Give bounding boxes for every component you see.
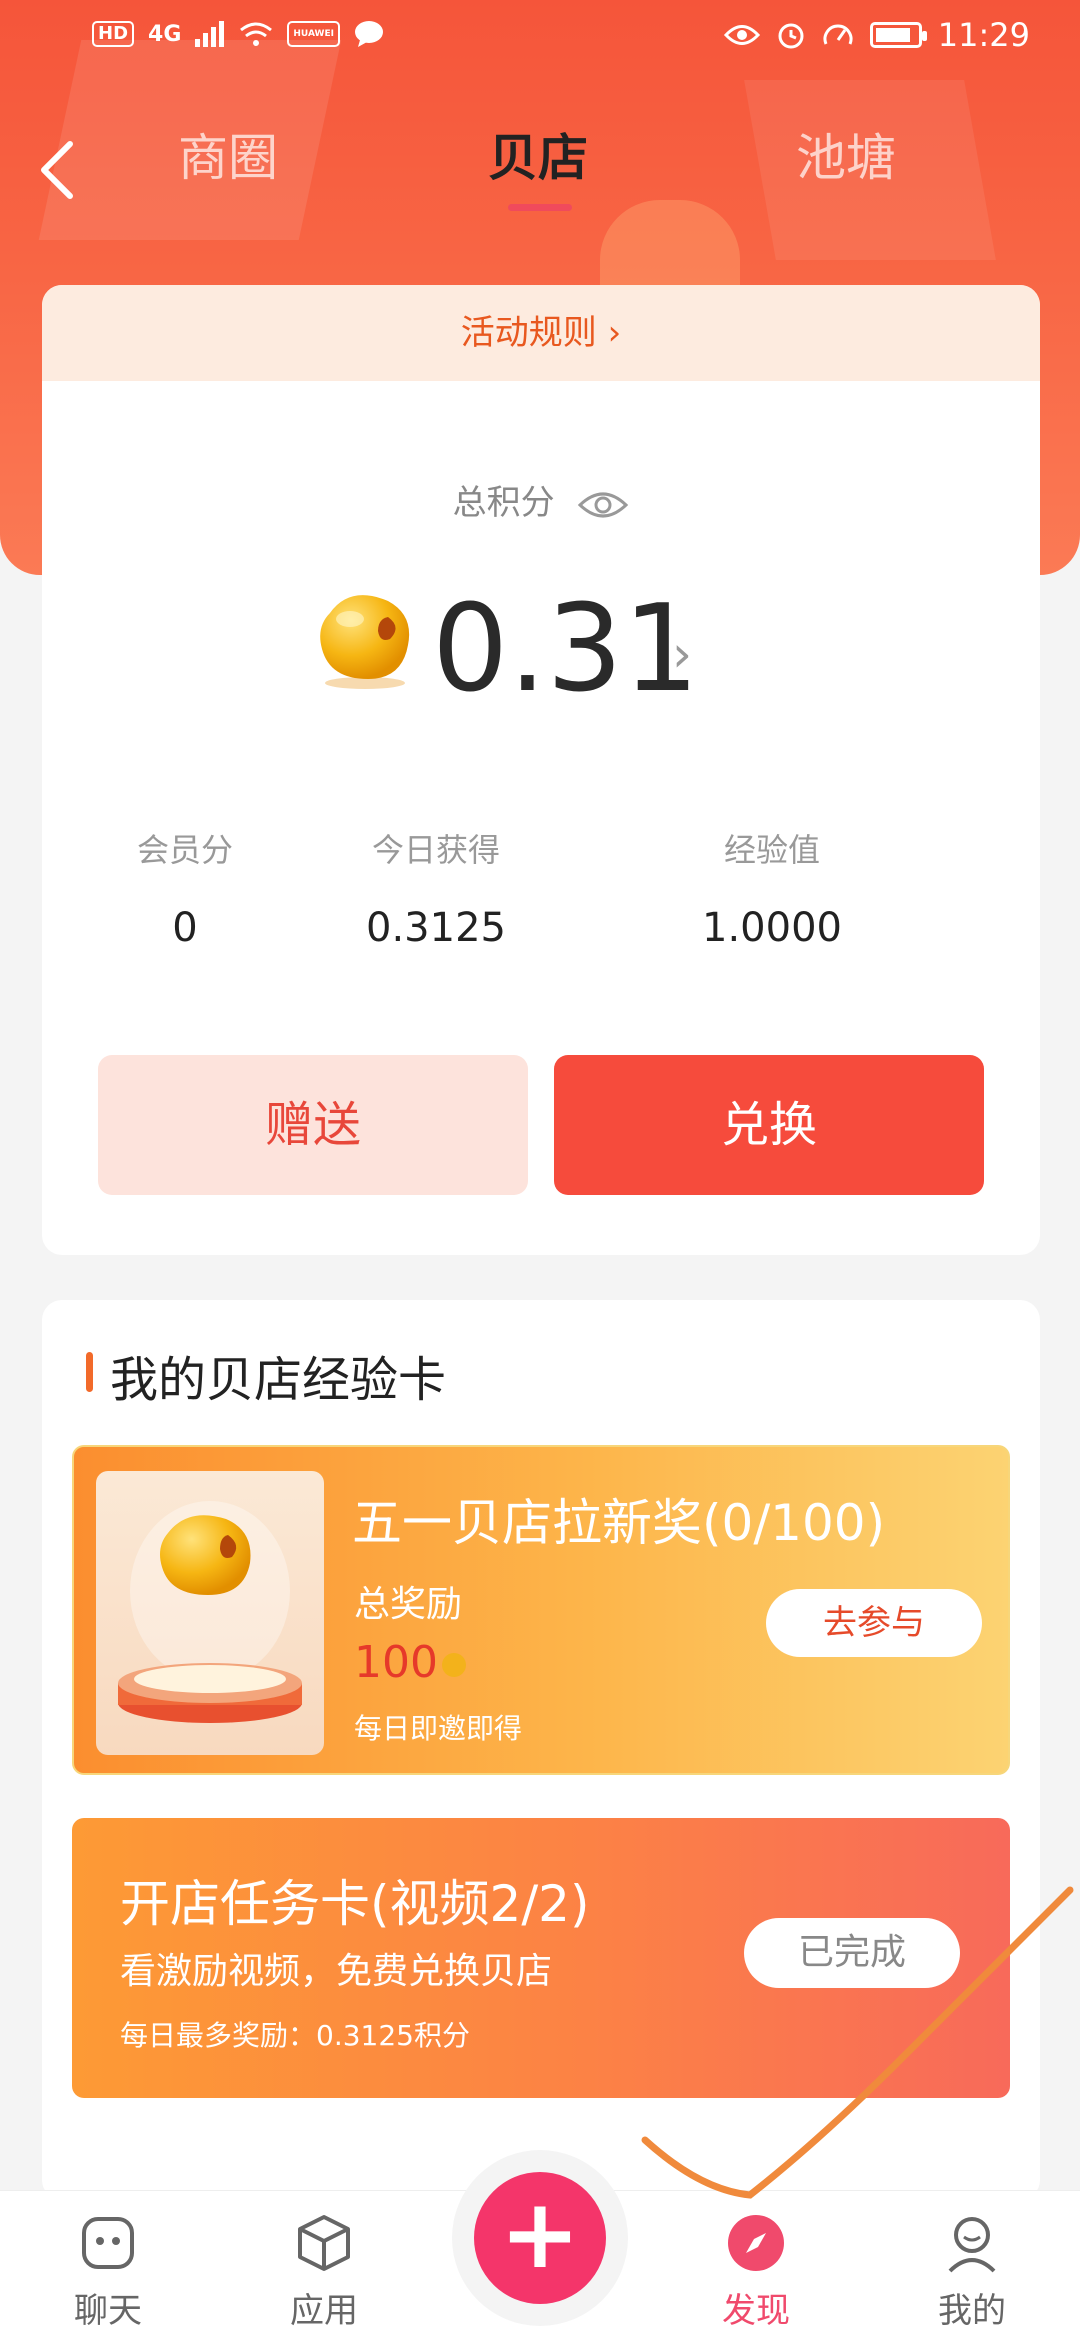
active-tab-indicator — [508, 204, 572, 211]
task-card-note: 每日最多奖励：0.3125积分 — [120, 2019, 470, 2052]
completed-button[interactable]: 已完成 — [744, 1918, 960, 1988]
stat-value: 0.3125 — [366, 905, 506, 951]
bean-coin-icon — [441, 1653, 466, 1677]
experience-card-section: 我的贝店经验卡 五一贝店拉新奖(0/100) 总奖励 100 每日即邀即得 去参… — [42, 1300, 1040, 2200]
tab-beidian[interactable]: 贝店 — [488, 118, 588, 190]
points-card: 活动规则 › 总积分 0.31 › 会员分 0 今日获得 0.3125 经验值 … — [42, 285, 1040, 1255]
reward-card-subtitle: 总奖励 — [354, 1584, 463, 1625]
stat-experience: 经验值 1.0000 — [622, 825, 922, 951]
nav-item-discover[interactable]: 发现 — [686, 2211, 826, 2332]
plus-icon: + — [499, 2178, 581, 2290]
app-badge: HUAWEI — [287, 21, 340, 47]
total-points-row[interactable]: 0.31 › — [42, 575, 1040, 725]
apps-cube-icon — [298, 2215, 350, 2271]
wifi-icon — [240, 22, 273, 46]
message-icon — [354, 21, 383, 47]
nav-item-chat[interactable]: 聊天 — [38, 2211, 178, 2332]
new-user-reward-card[interactable]: 五一贝店拉新奖(0/100) 总奖励 100 每日即邀即得 去参与 — [72, 1445, 1010, 1775]
shop-task-card[interactable]: 开店任务卡(视频2/2) 看激励视频，免费兑换贝店 每日最多奖励：0.3125积… — [72, 1818, 1010, 2098]
activity-rules-link[interactable]: 活动规则 › — [42, 285, 1040, 381]
total-points-label-row: 总积分 — [42, 475, 1040, 524]
network-4g-badge: 4G — [148, 21, 182, 47]
nav-item-profile[interactable]: 我的 — [902, 2211, 1042, 2332]
compass-icon — [728, 2215, 784, 2271]
hd-badge: HD — [92, 21, 135, 47]
eye-comfort-icon — [723, 25, 760, 45]
join-button[interactable]: 去参与 — [766, 1589, 982, 1657]
nav-label: 聊天 — [74, 2291, 142, 2331]
back-button[interactable] — [36, 140, 96, 210]
alarm-icon — [778, 23, 804, 49]
status-bar: HD 4G HUAWEI 11:29 — [0, 0, 1080, 80]
total-points-value: 0.31 — [432, 580, 700, 719]
speedometer-icon — [823, 24, 853, 45]
nav-label: 我的 — [938, 2291, 1006, 2331]
bean-on-pedestal-icon — [118, 1501, 302, 1723]
battery-icon — [869, 22, 927, 48]
reward-card-title: 五一贝店拉新奖(0/100) — [352, 1494, 886, 1552]
reward-amount-row: 100 — [354, 1637, 466, 1688]
stat-today-earned: 今日获得 0.3125 — [286, 825, 586, 951]
task-card-subtitle: 看激励视频，免费兑换贝店 — [120, 1951, 553, 1992]
reward-card-note: 每日即邀即得 — [354, 1712, 523, 1745]
exchange-button[interactable]: 兑换 — [554, 1055, 984, 1195]
total-points-label: 总积分 — [452, 483, 555, 523]
stat-label: 经验值 — [723, 831, 820, 869]
bean-coin-icon — [320, 595, 410, 689]
chevron-right-icon: › — [672, 625, 692, 683]
chevron-left-icon — [41, 141, 73, 199]
signal-icon — [195, 21, 225, 47]
section-accent-bar — [86, 1352, 93, 1392]
clock-time: 11:29 — [937, 16, 1030, 54]
tab-shangquan[interactable]: 商圈 — [178, 118, 278, 190]
stat-label: 今日获得 — [371, 831, 500, 869]
chat-icon — [82, 2217, 134, 2269]
nav-label: 发现 — [722, 2291, 790, 2331]
reward-amount: 100 — [354, 1637, 438, 1688]
nav-item-apps[interactable]: 应用 — [254, 2211, 394, 2332]
section-title: 我的贝店经验卡 — [110, 1352, 447, 1408]
task-card-title: 开店任务卡(视频2/2) — [120, 1875, 590, 1933]
profile-icon — [948, 2217, 996, 2273]
status-right: 11:29 — [723, 16, 1030, 54]
reward-thumbnail — [96, 1471, 324, 1755]
stat-value: 1.0000 — [702, 905, 842, 951]
gift-button[interactable]: 赠送 — [98, 1055, 528, 1195]
nav-label: 应用 — [290, 2291, 358, 2331]
fab-container: + — [452, 2150, 628, 2326]
tab-chitang[interactable]: 池塘 — [796, 118, 896, 190]
status-left: HD 4G HUAWEI — [92, 20, 384, 48]
add-button[interactable]: + — [474, 2172, 606, 2304]
eye-toggle-icon[interactable] — [577, 489, 629, 521]
